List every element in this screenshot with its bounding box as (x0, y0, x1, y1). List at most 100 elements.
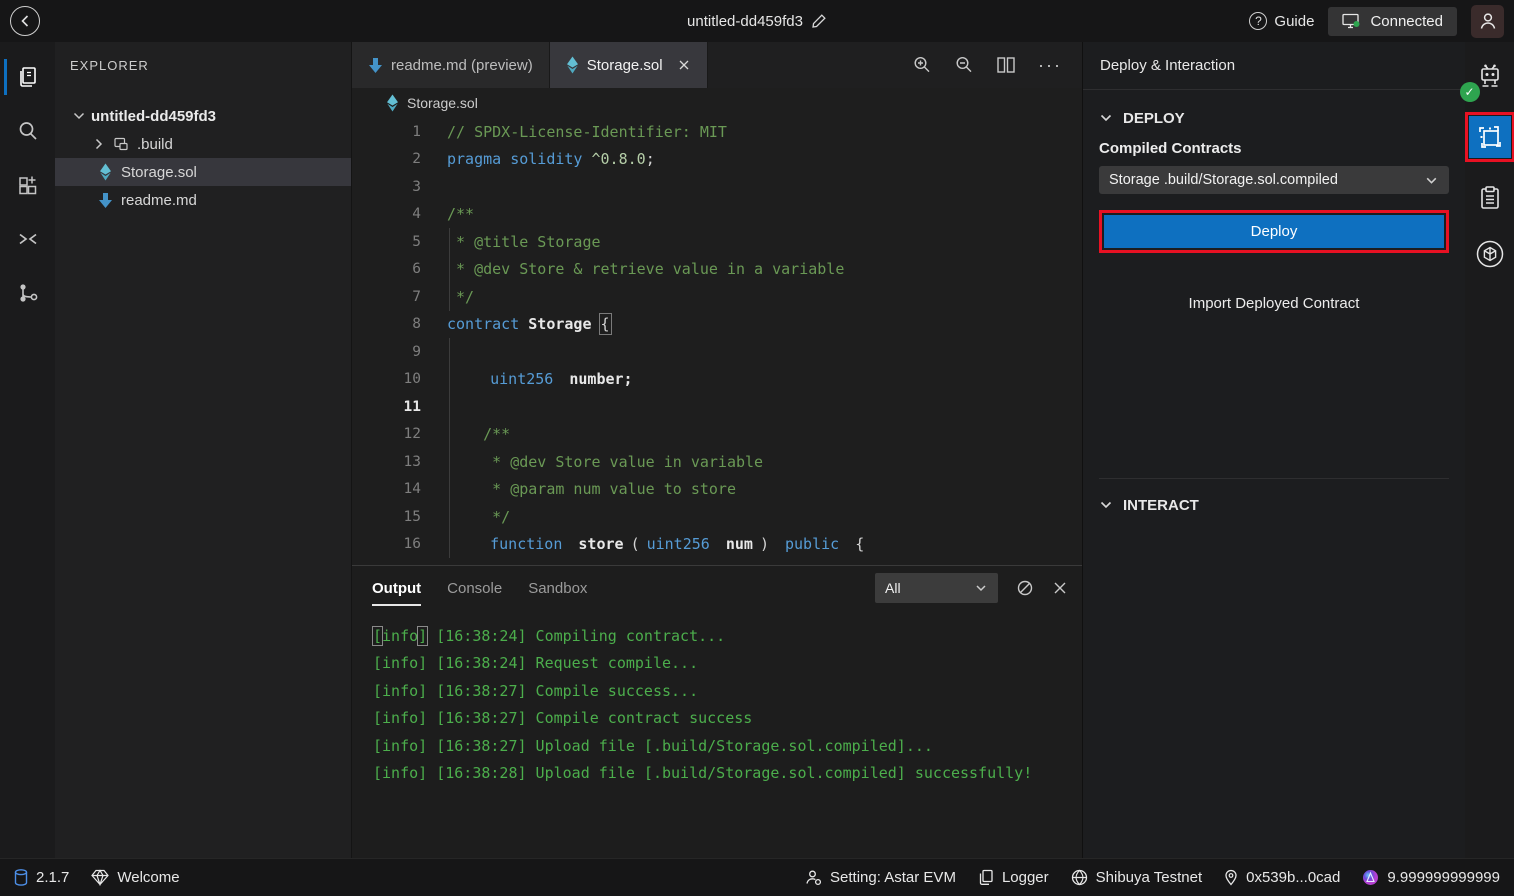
connected-button[interactable]: Connected (1328, 7, 1457, 36)
code-line-12: 12 /** (352, 421, 1082, 449)
connected-label: Connected (1370, 13, 1443, 30)
user-setting-icon (805, 869, 822, 886)
editor-area: readme.md (preview)Storage.sol ··· (352, 42, 1082, 858)
tree-item-label: Storage.sol (121, 164, 197, 181)
log-list: [info] [16:38:24] Compiling contract...[… (352, 610, 1082, 787)
tree-item-storage-sol[interactable]: Storage.sol (55, 158, 351, 186)
close-panel-icon[interactable] (1052, 580, 1068, 596)
app-window: untitled-dd459fd3 ? Guide Connected (0, 0, 1514, 896)
breadcrumb[interactable]: Storage.sol (352, 88, 1082, 118)
zoom-in-icon[interactable] (912, 55, 932, 75)
astar-token-icon (1362, 869, 1379, 886)
compiled-contract-select[interactable]: Storage .build/Storage.sol.compiled (1099, 166, 1449, 194)
code-text: contract Storage { (437, 311, 1082, 339)
line-number: 1 (352, 124, 437, 140)
line-number: 8 (352, 316, 437, 332)
status-item-welcome[interactable]: Welcome (91, 869, 179, 886)
chevron-down-icon (69, 109, 89, 123)
log-line: [info] [16:38:27] Compile success... (373, 677, 1082, 705)
line-number: 16 (352, 536, 437, 552)
solidity-diamond-icon (566, 56, 579, 74)
line-number: 14 (352, 481, 437, 497)
output-tab-output[interactable]: Output (372, 566, 421, 610)
log-line: [info] [16:38:27] Compile contract succe… (373, 705, 1082, 733)
status-item-9-999999999999[interactable]: 9.999999999999 (1362, 869, 1500, 886)
sidebar-item-ai-chat[interactable] (1470, 234, 1510, 274)
code-line-6: 6 * @dev Store & retrieve value in a var… (352, 256, 1082, 284)
tab-storage-sol[interactable]: Storage.sol (550, 42, 708, 88)
openai-icon (1475, 239, 1505, 269)
output-tab-console[interactable]: Console (447, 566, 502, 610)
tree-item-untitled-dd459fd3[interactable]: untitled-dd459fd3 (55, 102, 351, 130)
status-item-label: 0x539b...0cad (1246, 869, 1340, 886)
chevron-down-icon (1099, 111, 1113, 125)
status-item-setting-astar-evm[interactable]: Setting: Astar EVM (805, 869, 956, 886)
code-text: */ (437, 503, 1082, 531)
guide-button[interactable]: ? Guide (1249, 12, 1314, 30)
code-text (437, 338, 1082, 366)
tree-item--build[interactable]: .build (55, 130, 351, 158)
output-panel: OutputConsoleSandbox All [info] [16:38 (352, 565, 1082, 858)
search-icon (16, 119, 40, 143)
line-number: 12 (352, 426, 437, 442)
code-text: pragma solidity ^0.8.0; (437, 146, 1082, 174)
import-deployed-contract-link[interactable]: Import Deployed Contract (1099, 295, 1449, 312)
chevron-right-icon (89, 137, 109, 151)
title-bar: untitled-dd459fd3 ? Guide Connected (0, 0, 1514, 42)
status-item-2-1-7[interactable]: 2.1.7 (14, 869, 69, 886)
log-line: [info] [16:38:24] Compiling contract... (373, 622, 1082, 650)
person-icon (1478, 11, 1498, 31)
explorer-panel: EXPLORER untitled-dd459fd3.buildStorage.… (55, 42, 352, 858)
code-line-15: 15 */ (352, 503, 1082, 531)
editor-tab-bar: readme.md (preview)Storage.sol ··· (352, 42, 1082, 88)
activity-bar-left (0, 42, 55, 858)
sidebar-item-explorer[interactable] (4, 54, 52, 100)
line-number: 7 (352, 289, 437, 305)
line-number: 13 (352, 454, 437, 470)
edit-pencil-icon[interactable] (811, 13, 827, 29)
line-number: 15 (352, 509, 437, 525)
zoom-out-icon[interactable] (954, 55, 974, 75)
line-number: 3 (352, 179, 437, 195)
split-editor-icon[interactable] (996, 56, 1016, 74)
more-actions-icon[interactable]: ··· (1038, 55, 1062, 76)
code-line-4: 4/** (352, 201, 1082, 229)
log-line: [info] [16:38:24] Request compile... (373, 650, 1082, 678)
log-filter-value: All (885, 580, 901, 596)
interact-section-header[interactable]: INTERACT (1099, 491, 1449, 519)
success-check-badge: ✓ (1460, 82, 1480, 102)
status-item-0x539b-0cad[interactable]: 0x539b...0cad (1224, 869, 1340, 886)
code-text: * @title Storage (437, 228, 1082, 256)
sidebar-item-format[interactable] (4, 216, 52, 262)
sidebar-item-assistant[interactable]: ✓ (1470, 56, 1510, 96)
sidebar-item-git[interactable] (4, 270, 52, 316)
close-tab-icon[interactable] (677, 58, 691, 72)
back-button[interactable] (10, 6, 40, 36)
code-editor[interactable]: 1// SPDX-License-Identifier: MIT2pragma … (352, 118, 1082, 565)
file-tree: untitled-dd459fd3.build Storage.sol readme… (55, 88, 351, 214)
deploy-button[interactable]: Deploy (1104, 215, 1444, 248)
line-number: 6 (352, 261, 437, 277)
sidebar-item-search[interactable] (4, 108, 52, 154)
monitor-icon (1342, 13, 1361, 29)
line-number: 2 (352, 151, 437, 167)
tree-item-readme-md[interactable]: readme.md (55, 186, 351, 214)
sidebar-item-logs[interactable] (1470, 178, 1510, 218)
chevron-down-icon (1099, 498, 1113, 512)
deploy-highlight-box (1465, 112, 1514, 162)
status-item-logger[interactable]: Logger (978, 869, 1049, 886)
log-filter-select[interactable]: All (875, 573, 998, 603)
sidebar-item-deploy[interactable] (1469, 116, 1511, 158)
location-pin-icon (1224, 869, 1238, 886)
status-item-label: Welcome (117, 869, 179, 886)
activity-bar-right: ✓ (1465, 42, 1514, 858)
avatar[interactable] (1471, 5, 1504, 38)
sidebar-item-extensions[interactable] (4, 162, 52, 208)
chevron-down-icon (974, 581, 988, 595)
output-tab-sandbox[interactable]: Sandbox (528, 566, 587, 610)
clear-output-icon[interactable] (1016, 579, 1034, 597)
solidity-diamond-icon (386, 94, 399, 112)
deploy-section-header[interactable]: DEPLOY (1099, 104, 1449, 132)
tab-readme-md-preview-[interactable]: readme.md (preview) (352, 42, 550, 88)
status-item-shibuya-testnet[interactable]: Shibuya Testnet (1071, 869, 1202, 886)
